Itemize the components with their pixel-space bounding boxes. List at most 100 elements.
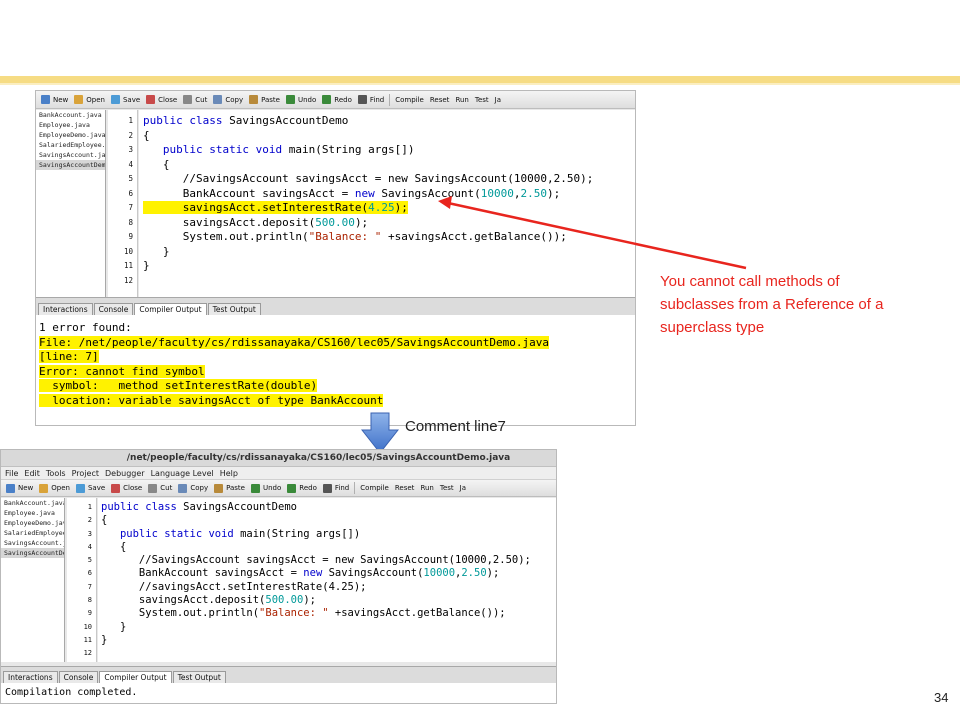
- toolbar-test-button[interactable]: Test: [437, 480, 457, 496]
- toolbar-copy-button[interactable]: Copy: [175, 480, 211, 496]
- menu-help[interactable]: Help: [220, 467, 238, 479]
- toolbar-redo-button[interactable]: Redo: [284, 480, 320, 496]
- menu-file[interactable]: File: [5, 467, 18, 479]
- bottom-compiler-output: Compilation completed.: [1, 683, 556, 703]
- toolbar-separator: [354, 482, 356, 494]
- line-number: 9: [87, 609, 92, 618]
- toolbar-new-button[interactable]: New: [38, 92, 71, 108]
- toolbar-ja-button[interactable]: Ja: [457, 480, 469, 496]
- tab-compiler-output[interactable]: Compiler Output: [99, 671, 172, 683]
- output-line: Error: cannot find symbol: [39, 364, 635, 380]
- code-string: "Balance: ": [308, 230, 382, 243]
- output-line: 1 error found:: [39, 321, 132, 334]
- toolbar-test-button[interactable]: Test: [472, 92, 492, 108]
- toolbar-label: Close: [123, 484, 143, 492]
- file-list-item[interactable]: SavingsAccountDemo: [36, 160, 105, 170]
- toolbar-find-button[interactable]: Find: [320, 480, 352, 496]
- undo-icon: [251, 483, 260, 493]
- toolbar-label: Copy: [225, 95, 244, 104]
- file-list-item[interactable]: BankAccount.java: [36, 110, 105, 120]
- code-string: "Balance: ": [259, 607, 329, 620]
- comment-label: Comment line7: [405, 418, 506, 435]
- toolbar-copy-button[interactable]: Copy: [210, 92, 246, 108]
- tab-compiler-output[interactable]: Compiler Output: [134, 303, 207, 315]
- line-number: 10: [123, 246, 133, 256]
- code-number: 10000: [480, 186, 514, 200]
- output-error-text: location: variable savingsAcct of type B…: [39, 393, 384, 407]
- file-list-item[interactable]: SalariedEmployee.j: [1, 528, 64, 538]
- file-list-item[interactable]: BankAccount.java: [1, 498, 64, 508]
- open-icon: [74, 95, 84, 104]
- toolbar-reset-button[interactable]: Reset: [427, 92, 453, 108]
- tab-test-output[interactable]: Test Output: [172, 671, 226, 683]
- tab-console[interactable]: Console: [58, 671, 99, 683]
- toolbar-label: Test: [474, 95, 489, 104]
- code-keyword: new: [354, 186, 375, 200]
- tab-console[interactable]: Console: [93, 303, 134, 315]
- line-number: 4: [128, 159, 133, 169]
- file-list-item[interactable]: SalariedEmployee.j: [36, 140, 105, 150]
- toolbar-cut-button[interactable]: Cut: [180, 92, 210, 108]
- toolbar-label: Undo: [263, 484, 282, 492]
- tab-interactions[interactable]: Interactions: [3, 671, 58, 683]
- code-line: public static void main(String args[]): [139, 143, 635, 158]
- toolbar-paste-button[interactable]: Paste: [211, 480, 248, 496]
- tab-test-output[interactable]: Test Output: [207, 303, 261, 315]
- toolbar-paste-button[interactable]: Paste: [246, 92, 283, 108]
- toolbar-new-button[interactable]: New: [3, 480, 36, 496]
- output-error-text: File: /net/people/faculty/cs/rdissanayak…: [39, 335, 549, 349]
- toolbar-cut-button[interactable]: Cut: [145, 480, 175, 496]
- file-list-item[interactable]: Employee.java: [36, 120, 105, 130]
- code-text: savingsAcct.deposit(: [143, 215, 316, 229]
- menu-debugger[interactable]: Debugger: [105, 467, 145, 479]
- file-list-item[interactable]: SavingsAccount.jav: [36, 150, 105, 160]
- code-text: savingsAcct.setInterestRate(: [143, 201, 369, 214]
- code-text: System.out.println(: [143, 230, 309, 243]
- toolbar-run-button[interactable]: Run: [417, 480, 436, 496]
- toolbar-open-button[interactable]: Open: [71, 92, 108, 108]
- toolbar-close-button[interactable]: Close: [108, 480, 145, 496]
- output-line: Compilation completed.: [5, 687, 138, 698]
- toolbar-undo-button[interactable]: Undo: [248, 480, 284, 496]
- bottom-code-editor[interactable]: public class SavingsAccountDemo { public…: [98, 498, 556, 662]
- file-list-item[interactable]: EmployeeDemo.java: [1, 518, 64, 528]
- menu-edit[interactable]: Edit: [24, 467, 40, 479]
- line-number: 2: [87, 516, 92, 525]
- toolbar-reset-button[interactable]: Reset: [392, 480, 418, 496]
- code-number: 4.25: [368, 201, 395, 214]
- toolbar-save-button[interactable]: Save: [73, 480, 108, 496]
- code-line: }: [101, 633, 108, 646]
- file-list-item[interactable]: Employee.java: [1, 508, 64, 518]
- toolbar-undo-button[interactable]: Undo: [283, 92, 319, 108]
- toolbar-redo-button[interactable]: Redo: [319, 92, 355, 108]
- menu-project[interactable]: Project: [72, 467, 99, 479]
- toolbar-close-button[interactable]: Close: [143, 92, 180, 108]
- code-keyword: new: [303, 567, 323, 580]
- toolbar-compile-button[interactable]: Compile: [357, 480, 392, 496]
- toolbar-open-button[interactable]: Open: [36, 480, 73, 496]
- toolbar-label: Compile: [395, 95, 424, 104]
- menu-language-level[interactable]: Language Level: [151, 467, 214, 479]
- line-number: 12: [123, 275, 133, 285]
- file-list-item[interactable]: SavingsAccountDemo: [1, 548, 64, 558]
- down-arrow-icon: [361, 412, 399, 454]
- menu-bar: File Edit Tools Project Debugger Language Lev…: [1, 467, 556, 480]
- toolbar-run-button[interactable]: Run: [452, 92, 471, 108]
- find-icon: [322, 483, 332, 493]
- tab-interactions[interactable]: Interactions: [38, 303, 93, 315]
- copy-icon: [178, 483, 188, 493]
- top-code-editor[interactable]: public class SavingsAccountDemo { public…: [139, 110, 635, 304]
- toolbar-compile-button[interactable]: Compile: [392, 92, 427, 108]
- toolbar-save-button[interactable]: Save: [108, 92, 143, 108]
- code-text: System.out.println(: [101, 607, 260, 620]
- line-number: 1: [87, 503, 92, 511]
- file-list-item[interactable]: EmployeeDemo.java: [36, 130, 105, 140]
- toolbar-ja-button[interactable]: Ja: [492, 92, 504, 108]
- menu-tools[interactable]: Tools: [46, 467, 66, 479]
- toolbar-find-button[interactable]: Find: [355, 92, 387, 108]
- toolbar-label: Ja: [494, 95, 502, 104]
- code-text: BankAccount savingsAcct =: [143, 186, 355, 200]
- top-file-list: BankAccount.java Employee.java EmployeeDem…: [36, 110, 106, 304]
- file-list-item[interactable]: SavingsAccount.jav: [1, 538, 64, 548]
- output-line: File: /net/people/faculty/cs/rdissanayak…: [39, 335, 635, 351]
